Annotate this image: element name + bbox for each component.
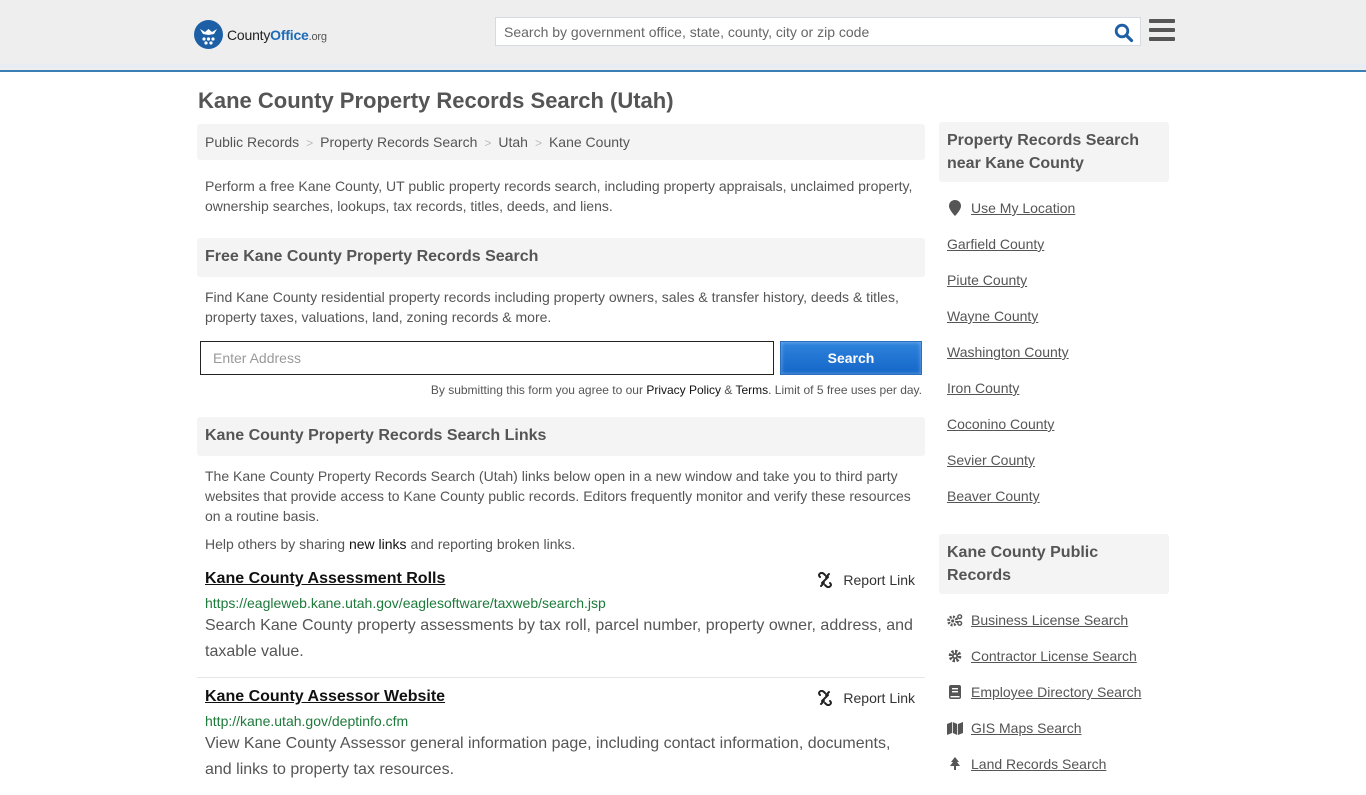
- nearby-county-item: Wayne County: [947, 298, 1161, 334]
- page-title: Kane County Property Records Search (Uta…: [198, 88, 674, 113]
- business-license-search-link[interactable]: Business License Search: [971, 612, 1128, 628]
- logo-text: CountyOffice.org: [227, 27, 327, 43]
- broken-link-icon: [818, 690, 833, 706]
- nearby-county-link[interactable]: Wayne County: [947, 308, 1038, 324]
- gear-icon: [947, 648, 963, 664]
- nearby-county-link[interactable]: Garfield County: [947, 236, 1044, 252]
- free-search-heading: Free Kane County Property Records Search: [197, 238, 925, 277]
- public-record-item: GIS Maps Search: [947, 710, 1161, 746]
- sidebar: Property Records Search near Kane County…: [939, 122, 1169, 782]
- breadcrumb-separator: >: [484, 136, 492, 150]
- report-link-button[interactable]: Report Link: [817, 572, 915, 588]
- nearby-list: Use My Location Garfield County Piute Co…: [939, 190, 1169, 514]
- tree-icon: [947, 756, 963, 772]
- nearby-county-link[interactable]: Beaver County: [947, 488, 1040, 504]
- cogs-icon: [947, 612, 963, 628]
- land-records-search-link[interactable]: Land Records Search: [971, 756, 1106, 772]
- breadcrumb: Public Records > Property Records Search > U…: [197, 124, 925, 160]
- result-description: View Kane County Assessor general inform…: [205, 735, 891, 778]
- result-url: https://eagleweb.kane.utah.gov/eaglesoft…: [205, 595, 606, 611]
- result-title-link[interactable]: Kane County Assessor Website: [205, 688, 445, 706]
- help-prefix: Help others by sharing: [205, 536, 349, 552]
- links-section-heading: Kane County Property Records Search Link…: [197, 417, 925, 456]
- site-search-box: [495, 17, 1141, 46]
- broken-link-icon: [818, 572, 833, 588]
- report-link-label: Report Link: [843, 690, 915, 706]
- address-search-form: Search: [197, 341, 925, 385]
- help-text: Help others by sharing new links and rep…: [197, 526, 925, 552]
- nearby-county-link[interactable]: Iron County: [947, 380, 1019, 396]
- nearby-county-item: Iron County: [947, 370, 1161, 406]
- public-record-item: Business License Search: [947, 602, 1161, 638]
- hamburger-menu-icon[interactable]: [1149, 19, 1175, 43]
- result-description: Search Kane County property assessments …: [205, 617, 913, 660]
- contractor-license-search-link[interactable]: Contractor License Search: [971, 648, 1137, 664]
- public-record-item: Employee Directory Search: [947, 674, 1161, 710]
- nearby-county-link[interactable]: Piute County: [947, 272, 1027, 288]
- result-item: Kane County Assessor Website Report Link…: [197, 678, 925, 795]
- breadcrumb-utah[interactable]: Utah: [498, 134, 528, 150]
- logo-tld: .org: [308, 30, 327, 43]
- result-url: http://kane.utah.gov/deptinfo.cfm: [205, 713, 409, 729]
- public-records-heading: Kane County Public Records: [939, 534, 1169, 594]
- breadcrumb-separator: >: [306, 136, 314, 150]
- new-links-link[interactable]: new links: [349, 536, 407, 552]
- public-record-item: Land Records Search: [947, 746, 1161, 782]
- map-icon: [947, 720, 963, 736]
- breadcrumb-kane-county[interactable]: Kane County: [549, 134, 630, 150]
- help-suffix: and reporting broken links.: [406, 536, 576, 552]
- nearby-county-link[interactable]: Sevier County: [947, 452, 1035, 468]
- book-icon: [947, 684, 963, 700]
- site-search-input[interactable]: [496, 18, 1096, 45]
- disclaimer-prefix: By submitting this form you agree to our: [430, 383, 647, 397]
- free-search-text: Find Kane County residential property re…: [205, 289, 899, 325]
- result-title-link[interactable]: Kane County Assessment Rolls: [205, 570, 445, 588]
- result-item: Kane County Assessment Rolls Report Link…: [197, 560, 925, 678]
- public-records-list: Business License Search Contractor Licen…: [939, 602, 1169, 782]
- use-my-location-link[interactable]: Use My Location: [971, 200, 1075, 216]
- nearby-county-link[interactable]: Washington County: [947, 344, 1069, 360]
- breadcrumb-separator: >: [534, 136, 542, 150]
- address-input[interactable]: [200, 341, 774, 375]
- nearby-county-item: Coconino County: [947, 406, 1161, 442]
- employee-directory-search-link[interactable]: Employee Directory Search: [971, 684, 1141, 700]
- logo-county: County: [227, 26, 271, 43]
- use-location-item: Use My Location: [947, 190, 1161, 226]
- terms-link[interactable]: Terms: [735, 383, 768, 397]
- intro-text: Perform a free Kane County, UT public pr…: [205, 178, 913, 214]
- menu-bar: [1149, 37, 1175, 41]
- nearby-county-item: Washington County: [947, 334, 1161, 370]
- logo-office: Office: [270, 26, 309, 43]
- nearby-heading: Property Records Search near Kane County: [939, 122, 1169, 182]
- nearby-county-item: Beaver County: [947, 478, 1161, 514]
- nearby-county-item: Piute County: [947, 262, 1161, 298]
- nearby-county-link[interactable]: Coconino County: [947, 416, 1054, 432]
- nearby-county-item: Sevier County: [947, 442, 1161, 478]
- report-link-label: Report Link: [843, 572, 915, 588]
- breadcrumb-property-records-search[interactable]: Property Records Search: [320, 134, 477, 150]
- disclaimer-suffix: . Limit of 5 free uses per day.: [768, 383, 922, 397]
- breadcrumb-public-records[interactable]: Public Records: [205, 134, 299, 150]
- nearby-county-item: Garfield County: [947, 226, 1161, 262]
- links-section-text: The Kane County Property Records Search …: [205, 468, 911, 524]
- search-icon[interactable]: [1114, 23, 1134, 43]
- logo-eagle-icon: [194, 20, 223, 49]
- privacy-policy-link[interactable]: Privacy Policy: [646, 383, 721, 397]
- map-marker-icon: [947, 200, 963, 216]
- menu-bar: [1149, 19, 1175, 23]
- main-content: Public Records > Property Records Search > U…: [197, 124, 925, 795]
- public-record-item: Contractor License Search: [947, 638, 1161, 674]
- menu-bar: [1149, 28, 1175, 32]
- site-header: CountyOffice.org: [0, 0, 1366, 72]
- gis-maps-search-link[interactable]: GIS Maps Search: [971, 720, 1082, 736]
- form-disclaimer: By submitting this form you agree to our…: [197, 383, 925, 397]
- address-search-button[interactable]: Search: [780, 341, 922, 375]
- report-link-button[interactable]: Report Link: [817, 690, 915, 706]
- disclaimer-amp: &: [721, 383, 736, 397]
- site-logo[interactable]: CountyOffice.org: [194, 20, 327, 49]
